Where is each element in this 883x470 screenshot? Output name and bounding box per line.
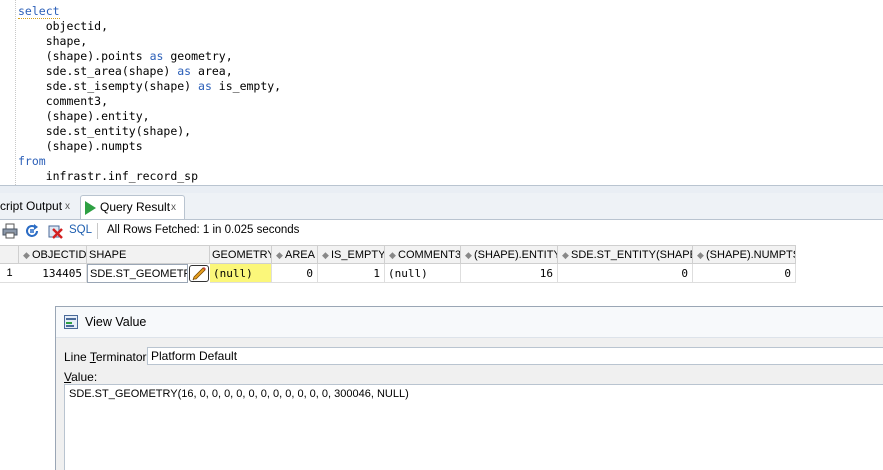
results-tab-bar: cript Output x Query Result x (0, 193, 883, 220)
table-cell[interactable]: 0 (693, 264, 796, 283)
column-header-objectid[interactable]: ◆ OBJECTID (19, 245, 87, 264)
code-text: (shape).entity, (18, 109, 150, 123)
value-textarea[interactable]: SDE.ST_GEOMETRY(16, 0, 0, 0, 0, 0, 0, 0,… (64, 384, 883, 470)
close-icon[interactable]: x (65, 195, 70, 218)
tab-query-result[interactable]: Query Result x (80, 195, 185, 219)
column-header-shape[interactable]: SHAPE (87, 245, 210, 264)
value-label: Value: (64, 370, 97, 384)
code-text: sde.st_area(shape) (18, 64, 178, 78)
code-line[interactable]: (shape).entity, (18, 109, 150, 124)
code-text: is_empty, (211, 79, 282, 93)
code-line[interactable]: shape, (18, 34, 88, 49)
code-line[interactable]: from (18, 154, 46, 169)
code-line[interactable]: comment3, (18, 94, 108, 109)
dialog-title: View Value (85, 315, 147, 329)
column-label: GEOMETRY (212, 249, 272, 261)
pencil-icon (192, 267, 206, 281)
column-label: (SHAPE).NUMPTS (706, 249, 796, 261)
column-header-is-empty[interactable]: ◆ IS_EMPTY (318, 245, 385, 264)
column-label: COMMENT3 (398, 249, 461, 261)
indent-guide (15, 0, 16, 185)
table-cell[interactable]: SDE.ST_GEOMETRY( (87, 264, 188, 283)
run-icon (85, 201, 96, 215)
view-value-dialog: View Value Line Terminator: Platform Def… (55, 306, 883, 470)
code-line[interactable]: select (18, 4, 60, 19)
sort-icon: ◆ (322, 250, 329, 260)
column-header-shape-entity[interactable]: ◆ (SHAPE).ENTITY (461, 245, 558, 264)
code-text: infrastr.inf_record_sp (18, 169, 199, 183)
sort-icon: ◆ (276, 250, 283, 260)
column-label: SDE.ST_ENTITY(SHAPE) (571, 249, 693, 261)
code-line[interactable]: infrastr.inf_record_sp (18, 169, 198, 184)
column-label: OBJECTID (32, 249, 87, 261)
keyword: as (149, 49, 164, 63)
table-cell[interactable]: 0 (272, 264, 318, 283)
label-text: Line (64, 350, 90, 364)
sort-icon: ◆ (465, 250, 472, 260)
tab-script-output[interactable]: cript Output x (0, 195, 78, 218)
table-cell[interactable]: 134405 (19, 264, 87, 283)
refresh-icon[interactable] (24, 223, 40, 239)
column-header-area[interactable]: ◆ AREA (272, 245, 318, 264)
table-cell[interactable]: 1 (318, 264, 385, 283)
sort-icon: ◆ (697, 250, 704, 260)
keyword: select (18, 4, 60, 19)
code-line[interactable]: (shape).numpts (18, 139, 143, 154)
edit-value-button[interactable] (189, 265, 209, 282)
label-text: erminator: (95, 350, 150, 364)
column-label: (SHAPE).ENTITY (474, 249, 558, 261)
code-line[interactable]: objectid, (18, 19, 108, 34)
print-icon[interactable] (2, 223, 18, 239)
code-text: objectid, (18, 19, 109, 33)
column-label: AREA (285, 249, 315, 261)
code-text: shape, (18, 34, 88, 48)
column-header-geometry[interactable]: GEOMETRY (210, 245, 272, 264)
table-cell[interactable]: 0 (558, 264, 693, 283)
code-line[interactable]: sde.st_area(shape) as area, (18, 64, 233, 79)
code-line[interactable]: sde.st_isempty(shape) as is_empty, (18, 79, 281, 94)
code-text: area, (191, 64, 233, 78)
code-line[interactable]: (shape).points as geometry, (18, 49, 233, 64)
dialog-app-icon (64, 315, 78, 329)
row-number: 1 (0, 264, 19, 283)
table-cell[interactable]: 16 (461, 264, 558, 283)
sort-icon: ◆ (562, 250, 569, 260)
column-header-numpts[interactable]: ◆ (SHAPE).NUMPTS (693, 245, 796, 264)
rollback-icon[interactable] (47, 223, 63, 239)
keyword: as (198, 79, 212, 93)
sort-icon: ◆ (23, 250, 30, 260)
code-text: sde.st_isempty(shape) (18, 79, 199, 93)
code-text: (shape).points (18, 49, 150, 63)
sql-link[interactable]: SQL (69, 224, 92, 236)
table-cell[interactable]: (null) (385, 264, 461, 283)
toolbar-divider (97, 223, 98, 239)
fetch-status: All Rows Fetched: 1 in 0.025 seconds (107, 224, 300, 236)
code-text: geometry, (163, 49, 233, 63)
label-text: alue: (71, 370, 98, 384)
column-header-comment3[interactable]: ◆ COMMENT3 (385, 245, 461, 264)
line-terminator-select[interactable]: Platform Default (147, 347, 883, 365)
column-label: IS_EMPTY (331, 249, 385, 261)
close-icon[interactable]: x (171, 196, 176, 219)
code-text: comment3, (18, 94, 109, 108)
dialog-title-bar[interactable]: View Value (56, 307, 883, 338)
keyword: from (18, 154, 46, 168)
sort-icon: ◆ (389, 250, 396, 260)
tab-label: cript Output (0, 199, 63, 213)
keyword: as (177, 64, 192, 78)
column-header-st-entity[interactable]: ◆ SDE.ST_ENTITY(SHAPE) (558, 245, 693, 264)
column-label: SHAPE (89, 249, 127, 261)
row-header-corner (0, 245, 19, 264)
sql-editor[interactable]: select objectid, shape, (shape).points a… (0, 0, 883, 185)
cell-value: (null) (213, 267, 253, 280)
code-text: sde.st_entity(shape), (18, 124, 192, 138)
tab-label: Query Result (100, 200, 171, 214)
code-line[interactable]: sde.st_entity(shape), (18, 124, 191, 139)
code-text: (shape).numpts (18, 139, 143, 153)
results-toolbar: SQL All Rows Fetched: 1 in 0.025 seconds (0, 220, 883, 242)
line-terminator-label: Line Terminator: (64, 350, 150, 364)
value-text: SDE.ST_GEOMETRY(16, 0, 0, 0, 0, 0, 0, 0,… (69, 388, 409, 400)
table-cell[interactable]: (null) (210, 264, 272, 283)
